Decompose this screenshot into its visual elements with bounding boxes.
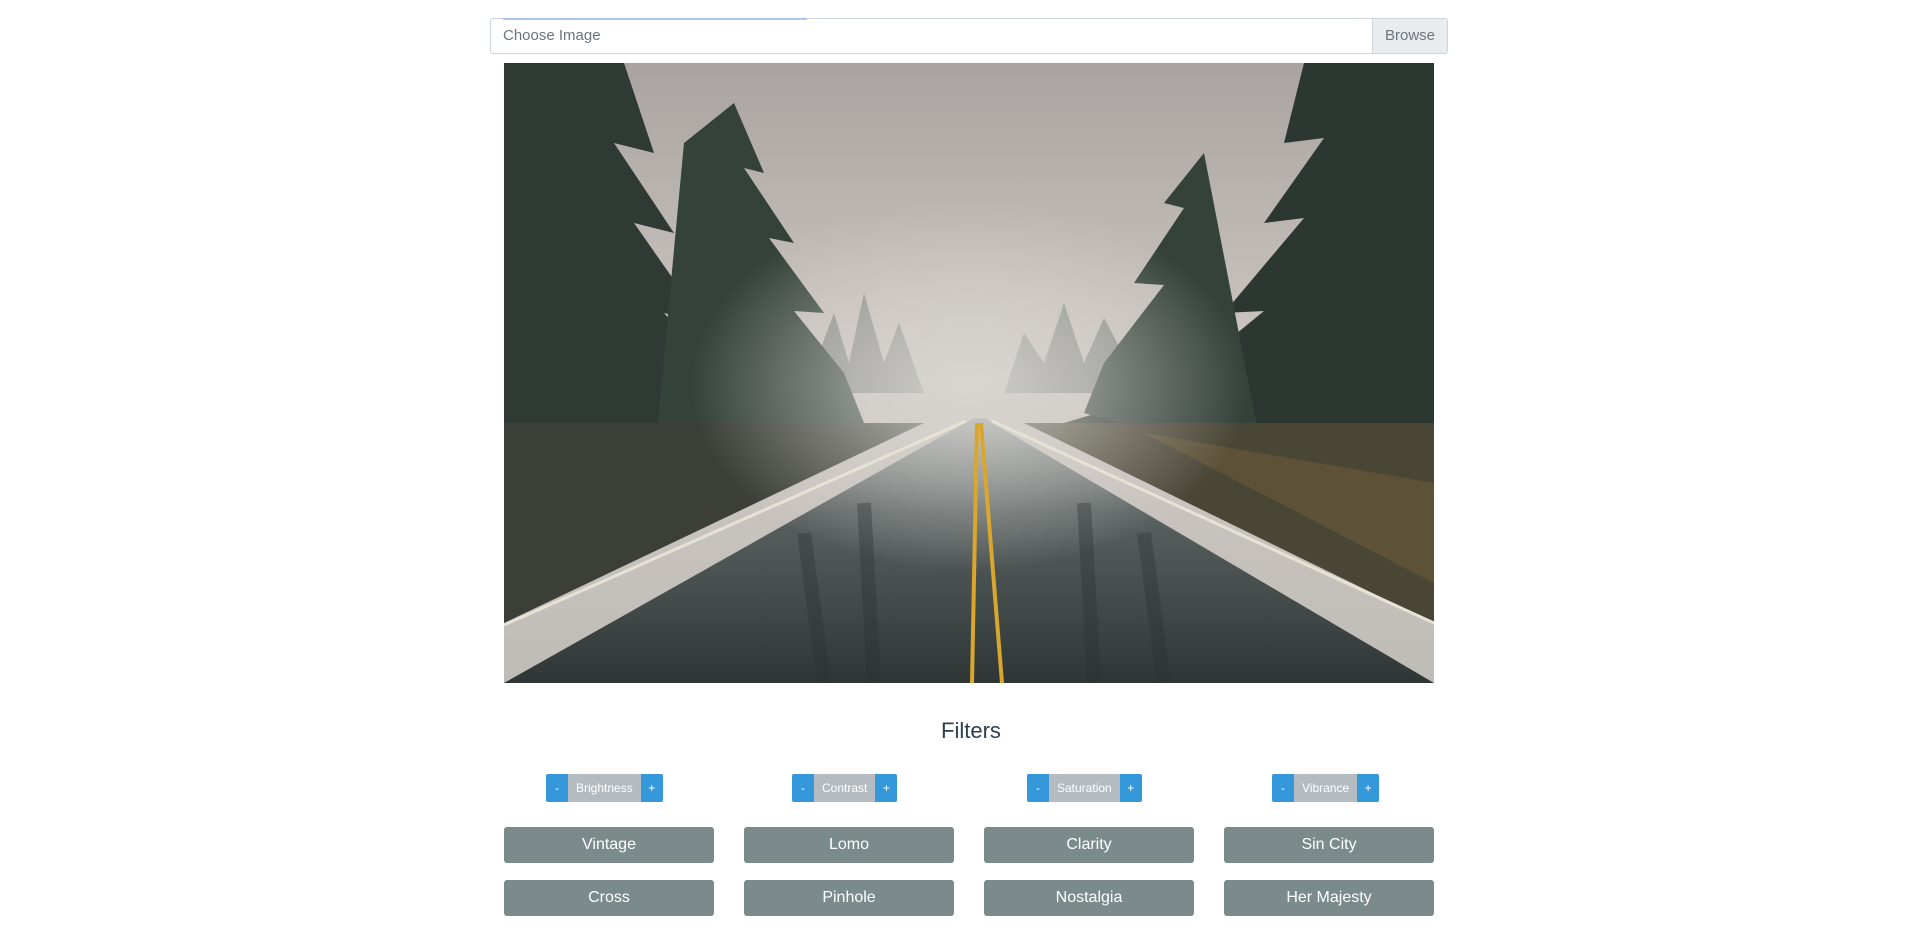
contrast-decrease-button[interactable]: - <box>792 774 814 802</box>
brightness-label: Brightness <box>568 774 641 802</box>
brightness-control: - Brightness + <box>546 774 663 802</box>
vibrance-control: - Vibrance + <box>1272 774 1380 802</box>
adjustment-controls: - Brightness + - Contrast + - Saturation… <box>504 774 1434 802</box>
vibrance-increase-button[interactable]: + <box>1357 774 1380 802</box>
preset-vintage-button[interactable]: Vintage <box>504 827 714 863</box>
contrast-control: - Contrast + <box>792 774 898 802</box>
vibrance-decrease-button[interactable]: - <box>1272 774 1294 802</box>
saturation-increase-button[interactable]: + <box>1119 774 1142 802</box>
brightness-decrease-button[interactable]: - <box>546 774 568 802</box>
brightness-increase-button[interactable]: + <box>640 774 663 802</box>
contrast-label: Contrast <box>814 774 876 802</box>
preset-her-majesty-button[interactable]: Her Majesty <box>1224 880 1434 916</box>
file-input[interactable]: Choose Image Browse <box>490 18 1448 54</box>
vibrance-label: Vibrance <box>1294 774 1358 802</box>
saturation-label: Saturation <box>1049 774 1120 802</box>
browse-button[interactable]: Browse <box>1372 19 1447 53</box>
preset-sin-city-button[interactable]: Sin City <box>1224 827 1434 863</box>
filters-heading: Filters <box>941 718 1001 743</box>
preview-image <box>504 63 1434 683</box>
preset-nostalgia-button[interactable]: Nostalgia <box>984 880 1194 916</box>
contrast-increase-button[interactable]: + <box>875 774 898 802</box>
preset-pinhole-button[interactable]: Pinhole <box>744 880 954 916</box>
saturation-control: - Saturation + <box>1027 774 1142 802</box>
preset-cross-button[interactable]: Cross <box>504 880 714 916</box>
saturation-decrease-button[interactable]: - <box>1027 774 1049 802</box>
preset-clarity-button[interactable]: Clarity <box>984 827 1194 863</box>
rainy-forest-road-photo-icon <box>504 63 1434 683</box>
preset-lomo-button[interactable]: Lomo <box>744 827 954 863</box>
file-input-placeholder: Choose Image <box>503 27 601 44</box>
